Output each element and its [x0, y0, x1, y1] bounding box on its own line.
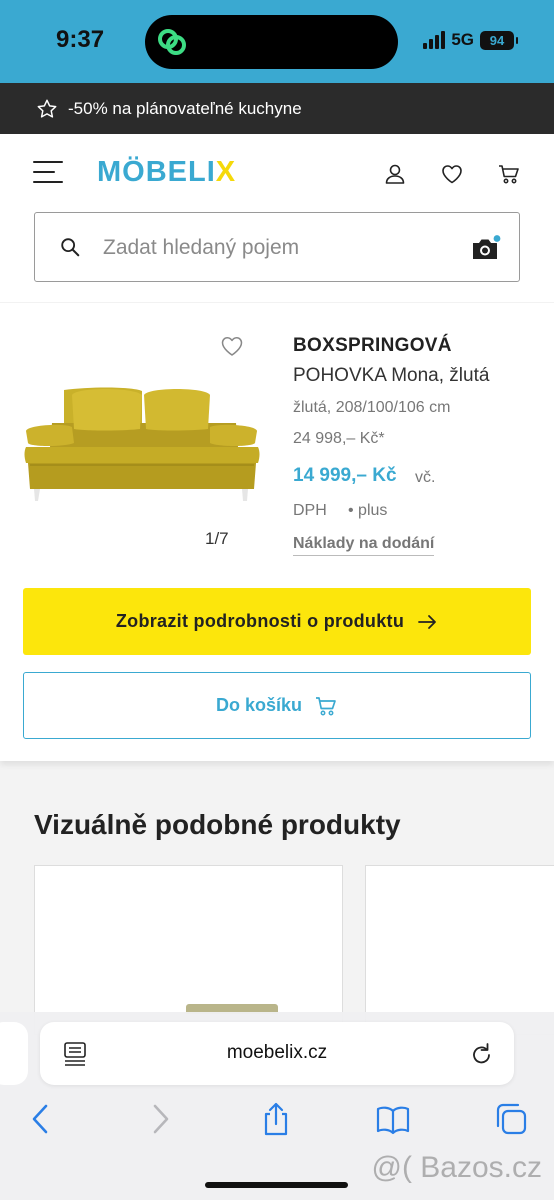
forward-icon[interactable] [143, 1102, 177, 1136]
plus-label: • plus [348, 502, 388, 519]
status-time: 9:37 [56, 26, 105, 53]
signal-icon [423, 31, 446, 49]
address-bar[interactable]: moebelix.cz [40, 1022, 514, 1085]
network-type: 5G [451, 30, 474, 49]
vat-label: DPH [293, 502, 327, 519]
wishlist-heart-icon[interactable] [220, 335, 244, 357]
battery-level: 94 [489, 32, 505, 48]
heart-icon[interactable] [440, 162, 464, 186]
product-spec: žlutá, 208/100/106 cm [293, 399, 451, 416]
dynamic-island [145, 15, 398, 69]
image-counter: 1/7 [205, 529, 229, 548]
previous-tab-peek[interactable] [0, 1022, 28, 1085]
product-card: 1/7 BOXSPRINGOVÁ POHOVKA Mona, žlutá žlu… [0, 303, 554, 761]
current-price: 14 999,– Kč [293, 465, 397, 486]
menu-icon[interactable] [33, 161, 63, 183]
battery-icon: 94 [480, 30, 518, 50]
cart-icon [316, 696, 336, 715]
similar-product-card[interactable] [365, 865, 554, 1035]
search-input[interactable] [103, 233, 443, 263]
star-icon [37, 99, 57, 118]
promo-text: -50% na plánovateľné kuchyne [68, 98, 302, 118]
bookmarks-icon[interactable] [376, 1102, 410, 1136]
vat-prefix: vč. [415, 469, 436, 486]
watermark: @( Bazos.cz [371, 1151, 543, 1184]
delivery-costs-link[interactable]: Náklady na dodání [293, 535, 435, 556]
camera-search-icon[interactable] [471, 235, 501, 261]
link-icon [158, 29, 186, 55]
site-header: MÖBELIX [0, 134, 554, 302]
home-indicator [205, 1182, 348, 1188]
similar-products-heading: Vizuálně podobné produkty [34, 809, 401, 840]
show-details-label: Zobrazit podrobnosti o produktu [115, 611, 405, 631]
add-to-cart-button[interactable]: Do košíku [23, 672, 531, 739]
back-icon[interactable] [24, 1102, 58, 1136]
share-icon[interactable] [259, 1102, 293, 1136]
product-subtitle[interactable]: POHOVKA Mona, žlutá [293, 365, 489, 387]
add-to-cart-label: Do košíku [215, 695, 303, 715]
status-indicators: 5G 94 [423, 30, 518, 50]
search-icon[interactable] [59, 236, 81, 258]
search-box[interactable] [34, 212, 520, 282]
reload-icon[interactable] [470, 1041, 494, 1067]
logo[interactable]: MÖBELIX [97, 156, 236, 189]
promo-bar[interactable]: -50% na plánovateľné kuchyne [0, 83, 554, 134]
old-price: 24 998,– Kč* [293, 430, 385, 447]
cart-icon[interactable] [497, 162, 521, 186]
product-image[interactable] [24, 385, 260, 505]
logo-accent: X [215, 156, 237, 188]
user-icon[interactable] [383, 162, 407, 186]
status-bar: 9:37 5G 94 [0, 0, 554, 83]
product-title[interactable]: BOXSPRINGOVÁ [293, 335, 452, 357]
logo-main: MÖBELI [97, 156, 216, 188]
show-details-button[interactable]: Zobrazit podrobnosti o produktu [23, 588, 531, 655]
tabs-icon[interactable] [494, 1102, 528, 1136]
url-text: moebelix.cz [226, 1042, 328, 1063]
arrow-right-icon [418, 614, 437, 629]
